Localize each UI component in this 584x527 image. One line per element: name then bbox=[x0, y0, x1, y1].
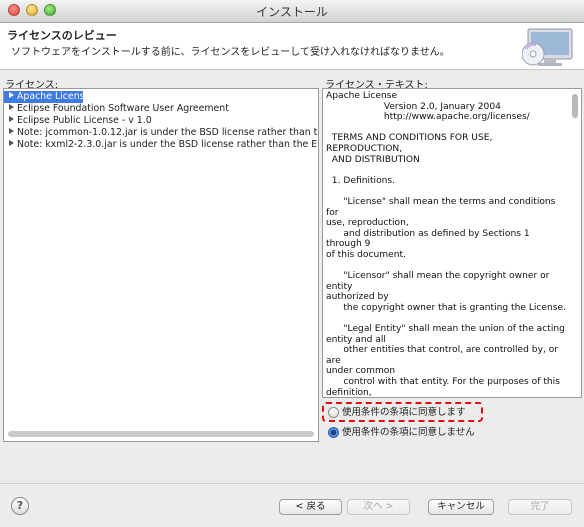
help-icon[interactable]: ? bbox=[11, 497, 29, 515]
expand-arrow-icon[interactable] bbox=[9, 128, 14, 134]
window-title: インストール bbox=[256, 5, 328, 19]
next-button[interactable]: 次へ > bbox=[347, 499, 410, 515]
expand-arrow-icon[interactable] bbox=[9, 104, 14, 110]
expand-arrow-icon[interactable] bbox=[9, 92, 14, 98]
accept-terms-label: 使用条件の条項に同意します bbox=[342, 407, 466, 418]
tree-item-eclipse-foundation-agreement[interactable]: Eclipse Foundation Software User Agreeme… bbox=[4, 103, 318, 115]
tree-item-eclipse-public-license[interactable]: Eclipse Public License - v 1.0 bbox=[4, 115, 318, 127]
title-bar: インストール bbox=[0, 0, 584, 23]
vertical-scrollbar[interactable] bbox=[572, 94, 578, 118]
decline-terms-label: 使用条件の条項に同意しません bbox=[342, 427, 475, 438]
install-monitor-cd-icon bbox=[522, 28, 573, 66]
expand-arrow-icon[interactable] bbox=[9, 116, 14, 122]
license-text-area[interactable]: Apache License Version 2.0, January 2004… bbox=[322, 88, 582, 398]
page-title: ライセンスのレビュー bbox=[7, 29, 117, 42]
expand-arrow-icon[interactable] bbox=[9, 140, 14, 146]
tree-item-kxml2-note[interactable]: Note: kxml2-2.3.0.jar is under the BSD l… bbox=[4, 139, 318, 151]
radio-unchecked-icon[interactable] bbox=[328, 407, 339, 418]
radio-checked-icon[interactable] bbox=[328, 427, 339, 438]
horizontal-scrollbar[interactable] bbox=[8, 431, 314, 437]
back-button[interactable]: < 戻る bbox=[279, 499, 342, 515]
tree-item-jcommon-note[interactable]: Note: jcommon-1.0.12.jar is under the BS… bbox=[4, 127, 318, 139]
wizard-header: ライセンスのレビュー ソフトウェアをインストールする前に、ライセンスをレビューし… bbox=[0, 23, 584, 70]
footer-divider bbox=[0, 483, 584, 484]
license-tree[interactable]: Apache License Eclipse Foundation Softwa… bbox=[3, 88, 319, 442]
finish-button[interactable]: 完了 bbox=[508, 499, 572, 515]
page-description: ソフトウェアをインストールする前に、ライセンスをレビューして受け入れなければなり… bbox=[11, 47, 450, 58]
license-text: Apache License Version 2.0, January 2004… bbox=[326, 91, 567, 398]
cancel-button[interactable]: キャンセル bbox=[428, 499, 494, 515]
tree-item-apache-license[interactable]: Apache License bbox=[4, 91, 90, 103]
